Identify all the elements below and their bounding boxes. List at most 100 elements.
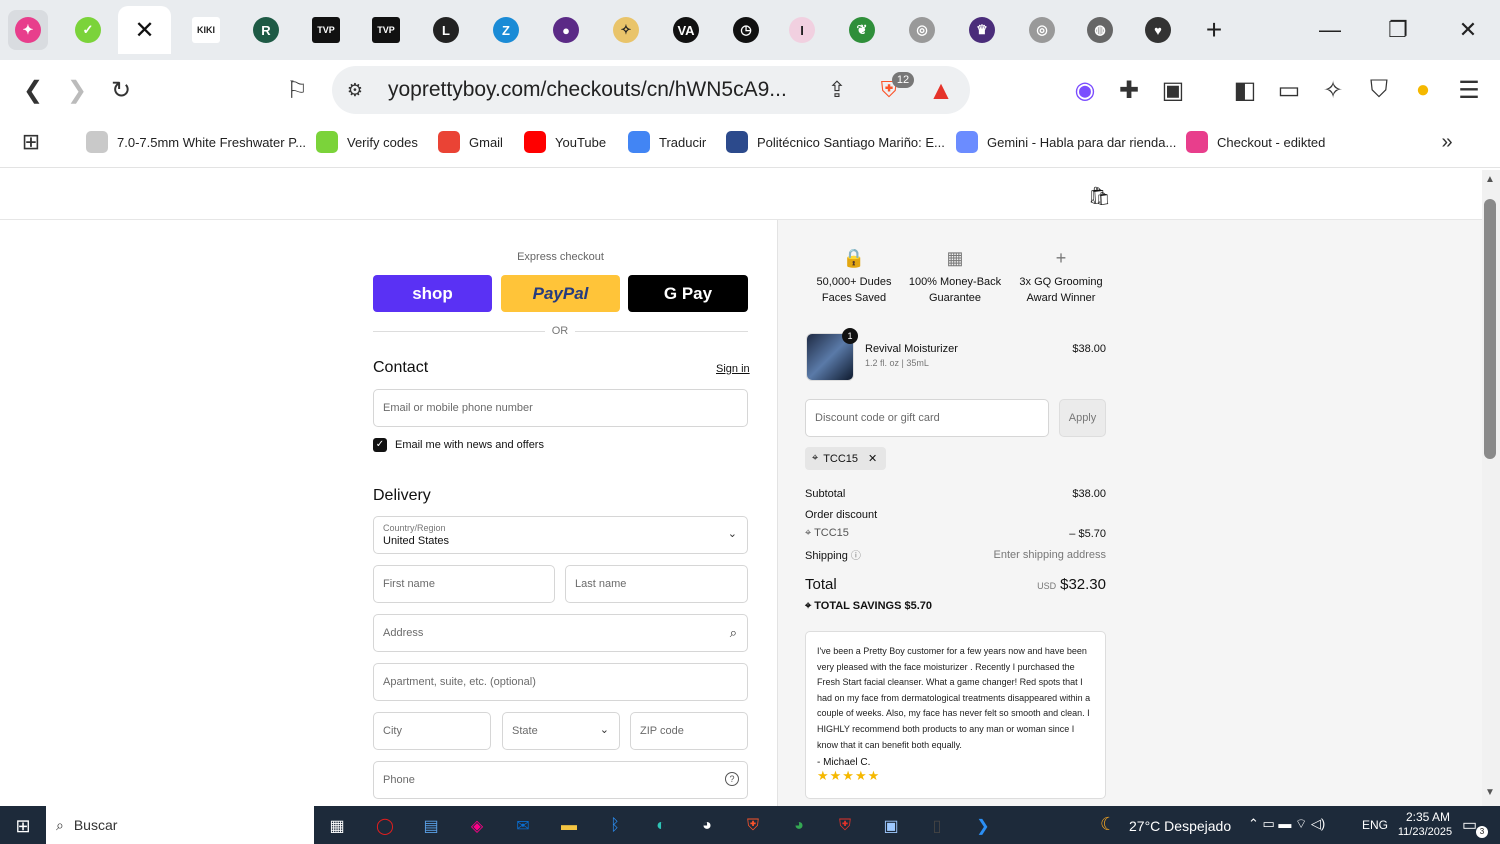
tab-i[interactable]: I — [782, 10, 822, 50]
remove-code-icon[interactable]: ✕ — [868, 452, 877, 465]
tab-tvp1[interactable]: TVP — [306, 10, 346, 50]
url-text[interactable]: yoprettyboy.com/checkouts/cn/hWN5cA9... — [388, 78, 787, 102]
phone-app-icon[interactable]: ▯ — [922, 811, 952, 841]
share-icon[interactable]: ⇪ — [820, 73, 854, 107]
tab-tvp2[interactable]: TVP — [366, 10, 406, 50]
apartment-field[interactable]: Apartment, suite, etc. (optional) — [373, 663, 748, 701]
file-explorer-icon[interactable]: ▬ — [554, 811, 584, 841]
bluetooth-icon[interactable]: ᛒ — [600, 811, 630, 841]
tab-gray2[interactable]: ◎ — [1022, 10, 1062, 50]
rewards-icon[interactable]: ▲ — [924, 73, 958, 107]
forward-button[interactable]: ❯ — [60, 73, 94, 107]
help-icon[interactable]: ? — [725, 772, 739, 786]
phone-field[interactable]: Phone ? — [373, 761, 748, 799]
menu-icon[interactable]: ☰ — [1452, 73, 1486, 107]
clock-date[interactable]: 11/23/2025 — [1392, 826, 1458, 838]
cart-bag-icon[interactable]: 🛍 — [1088, 186, 1111, 207]
discount-code-field[interactable]: Discount code or gift card — [805, 399, 1049, 437]
leo-icon[interactable]: ◉ — [1068, 73, 1102, 107]
profile-avatar[interactable]: ● — [1406, 73, 1440, 107]
tab-z[interactable]: Z — [486, 10, 526, 50]
newsletter-checkbox[interactable]: ✓ — [373, 438, 387, 452]
bookmark-icon[interactable]: ⚐ — [280, 73, 314, 107]
bookmark-item[interactable]: Traducir — [628, 131, 706, 153]
tab-r[interactable]: R — [246, 10, 286, 50]
sidebar-icon[interactable]: ◧ — [1228, 73, 1262, 107]
opera-icon[interactable]: ◯ — [370, 811, 400, 841]
clock-time[interactable]: 2:35 AM — [1400, 810, 1456, 824]
bookmark-item[interactable]: Gemini - Habla para dar rienda... — [956, 131, 1176, 153]
address-field[interactable]: Address ⌕ — [373, 614, 748, 652]
brave-icon[interactable]: ⛨ — [738, 811, 768, 841]
vscode-icon[interactable]: ❯ — [968, 811, 998, 841]
last-name-field[interactable]: Last name — [565, 565, 748, 603]
tray-icons[interactable]: ⌃ ▭ ▬ ⌔ ◁) — [1248, 816, 1325, 832]
app-icon[interactable]: ▣ — [876, 811, 906, 841]
more-bookmarks-icon[interactable]: » — [1430, 125, 1464, 159]
tab-verify[interactable]: ✓ — [68, 10, 108, 50]
ai-sparkle-icon[interactable]: ✧ — [1316, 73, 1350, 107]
email-field[interactable]: Email or mobile phone number — [373, 389, 748, 427]
tab-green[interactable]: ❦ — [842, 10, 882, 50]
reload-button[interactable]: ↻ — [104, 73, 138, 107]
new-tab-button[interactable]: + — [1194, 12, 1234, 48]
copilot-icon[interactable]: ◈ — [462, 811, 492, 841]
wallet-icon[interactable]: ▭ — [1272, 73, 1306, 107]
tab-crest[interactable]: ♛ — [962, 10, 1002, 50]
scroll-up-icon[interactable]: ▲ — [1485, 174, 1495, 185]
tab-clock[interactable]: ◷ — [726, 10, 766, 50]
language-indicator[interactable]: ENG — [1362, 818, 1388, 832]
bookmark-item[interactable]: YouTube — [524, 131, 606, 153]
edge-icon[interactable]: ◐ — [646, 811, 676, 841]
google-pay-button[interactable]: G Pay — [628, 275, 748, 312]
tab-kiki[interactable]: KIKI — [186, 10, 226, 50]
apps-grid-icon[interactable]: ⊞ — [14, 125, 48, 159]
apply-button[interactable]: Apply — [1059, 399, 1106, 437]
bookmark-item[interactable]: Checkout - edikted — [1186, 131, 1325, 153]
vpn-icon[interactable]: ⛉ — [1362, 73, 1396, 107]
notifications-icon[interactable]: ▭ — [1462, 815, 1477, 835]
reader-icon[interactable]: ▣ — [1156, 73, 1190, 107]
country-select[interactable]: Country/Region United States ⌄ — [373, 516, 748, 554]
brave-beta-icon[interactable]: ⛨ — [830, 811, 860, 841]
extensions-icon[interactable]: ✚ — [1112, 73, 1146, 107]
scrollbar-thumb[interactable] — [1484, 199, 1496, 459]
tab-gemini[interactable]: ✦ — [8, 10, 48, 50]
chrome-profile-icon[interactable]: ◕ — [784, 811, 814, 841]
first-name-field[interactable]: First name — [373, 565, 555, 603]
restore-button[interactable]: ❐ — [1378, 12, 1418, 48]
close-tab-icon[interactable]: ✕ — [134, 16, 154, 45]
back-button[interactable]: ❮ — [16, 73, 50, 107]
close-window-button[interactable]: ✕ — [1448, 12, 1488, 48]
tab-va[interactable]: VA — [666, 10, 706, 50]
zip-field[interactable]: ZIP code — [630, 712, 748, 750]
tab-globe[interactable]: ◍ — [1080, 10, 1120, 50]
state-select[interactable]: State ⌄ — [502, 712, 620, 750]
tab-heart[interactable]: ♥ — [1138, 10, 1178, 50]
paypal-button[interactable]: PayPal — [501, 275, 620, 312]
bookmark-item[interactable]: Gmail — [438, 131, 503, 153]
calculator-icon[interactable]: ▤ — [416, 811, 446, 841]
city-field[interactable]: City — [373, 712, 491, 750]
task-view-icon[interactable]: ▦ — [322, 811, 352, 841]
bookmark-item[interactable]: 7.0-7.5mm White Freshwater P... — [86, 131, 306, 153]
bookmark-item[interactable]: Verify codes — [316, 131, 418, 153]
info-icon[interactable]: ⓘ — [851, 551, 861, 562]
windows-start-icon[interactable]: ⊞ — [8, 811, 38, 841]
outlook-icon[interactable]: ✉ — [508, 811, 538, 841]
tab-gold[interactable]: ✧ — [606, 10, 646, 50]
taskbar-search[interactable]: ⌕ Buscar — [46, 806, 314, 844]
scroll-down-icon[interactable]: ▼ — [1485, 787, 1495, 798]
minimize-button[interactable]: — — [1310, 12, 1350, 48]
active-tab[interactable]: ✕ — [118, 6, 171, 54]
shop-pay-button[interactable]: shop — [373, 275, 492, 312]
tab-gray1[interactable]: ◎ — [902, 10, 942, 50]
site-info-icon[interactable]: ⚙ — [338, 73, 372, 107]
chrome-icon[interactable]: ◕ — [692, 811, 722, 841]
bookmark-item[interactable]: Politécnico Santiago Mariño: E... — [726, 131, 945, 153]
tab-l[interactable]: L — [426, 10, 466, 50]
scrollbar[interactable]: ▲ ▼ — [1482, 170, 1500, 806]
tab-purple[interactable]: ● — [546, 10, 586, 50]
weather-text[interactable]: 27°C Despejado — [1129, 818, 1231, 834]
sign-in-link[interactable]: Sign in — [716, 363, 750, 375]
